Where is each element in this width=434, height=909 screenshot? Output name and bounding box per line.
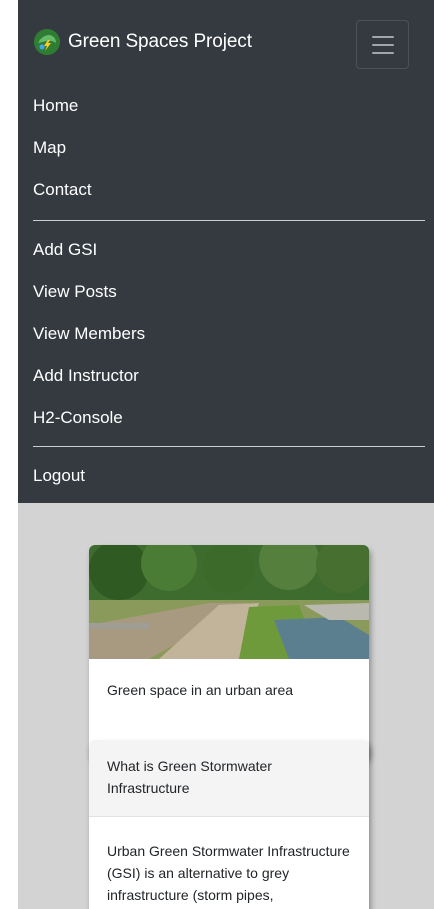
brand-name: Green Spaces Project	[68, 31, 252, 52]
nav-home-link[interactable]: Home	[33, 96, 78, 116]
image-card: Green space in an urban area	[89, 545, 369, 759]
nav-map-link[interactable]: Map	[33, 138, 66, 158]
nav-divider	[33, 446, 425, 447]
nav-divider	[33, 220, 425, 221]
nav-add-gsi-link[interactable]: Add GSI	[33, 240, 97, 260]
info-card: What is Green Stormwater Infrastructure …	[89, 740, 369, 909]
navbar-toggle-button[interactable]	[356, 20, 409, 69]
nav-add-instructor-link[interactable]: Add Instructor	[33, 366, 139, 386]
brand-link[interactable]: Green Spaces Project	[34, 29, 252, 55]
page-viewport: Green Spaces Project Home Map Contact Ad…	[18, 0, 434, 909]
info-card-body: Urban Green Stormwater Infrastructure (G…	[107, 843, 350, 903]
nav-logout-link[interactable]: Logout	[33, 466, 85, 486]
nav-view-posts-link[interactable]: View Posts	[33, 282, 117, 302]
info-card-header: What is Green Stormwater Infrastructure	[89, 740, 369, 817]
navbar: Green Spaces Project Home Map Contact Ad…	[18, 0, 434, 503]
logo-icon	[34, 29, 60, 55]
nav-view-members-link[interactable]: View Members	[33, 324, 145, 344]
nav-h2-console-link[interactable]: H2-Console	[33, 408, 123, 428]
nav-contact-link[interactable]: Contact	[33, 180, 92, 200]
hamburger-icon	[371, 35, 394, 38]
green-space-photo	[89, 545, 369, 659]
